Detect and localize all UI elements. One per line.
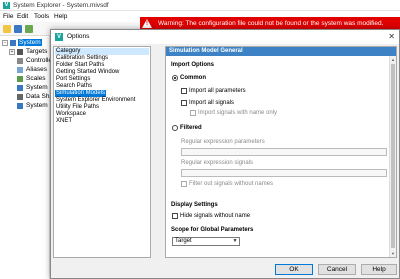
dialog-title: Options	[67, 33, 90, 40]
category-folder-start-paths[interactable]: Folder Start Paths	[55, 62, 105, 69]
alias-icon	[17, 67, 23, 73]
app-logo-icon: V	[3, 2, 10, 9]
common-radio[interactable]	[172, 75, 178, 81]
category-header: Category	[55, 48, 149, 55]
mapping-icon	[17, 85, 23, 91]
import-all-signals-checkbox[interactable]	[181, 100, 187, 106]
panel-scrollbar[interactable]: ▲ ▼	[389, 56, 396, 257]
expand-icon[interactable]: +	[9, 49, 15, 55]
tree-item-label: Targets	[26, 48, 48, 55]
category-workspace[interactable]: Workspace	[55, 111, 87, 118]
import-signals-name-only-checkbox[interactable]	[190, 110, 196, 116]
chevron-down-icon: ▼	[232, 238, 238, 244]
category-xnet[interactable]: XNET	[55, 118, 73, 125]
category-calibration-settings[interactable]: Calibration Settings	[55, 55, 109, 62]
menu-tools[interactable]: Tools	[34, 13, 49, 20]
category-port-settings[interactable]: Port Settings	[55, 76, 91, 83]
save-icon[interactable]	[14, 25, 22, 33]
import-signals-name-only-label: Import signals with name only	[198, 110, 278, 116]
tree-item-label: System	[18, 39, 42, 46]
import-options-heading: Import Options	[171, 62, 214, 68]
target-icon	[17, 49, 23, 55]
ok-button[interactable]: OK	[275, 264, 313, 275]
category-system-explorer-environment[interactable]: System Explorer Environment	[55, 97, 136, 104]
import-all-parameters-label: Import all parameters	[189, 88, 246, 94]
main-titlebar: V System Explorer - System.mivsdf	[0, 0, 400, 11]
display-settings-heading: Display Settings	[171, 202, 218, 208]
warning-icon	[142, 19, 152, 28]
close-icon[interactable]: ✕	[388, 32, 395, 41]
warning-text: Warning: The configuration file could no…	[158, 20, 384, 27]
hide-signals-checkbox[interactable]	[172, 213, 178, 219]
help-button[interactable]: Help	[361, 264, 397, 275]
scope-select[interactable]: Target ▼	[172, 237, 240, 246]
dialog-logo-icon: V	[55, 33, 63, 41]
filtered-radio[interactable]	[172, 125, 178, 131]
hide-signals-label: Hide signals without name	[180, 213, 251, 219]
panel-header: Simulation Model General	[166, 47, 396, 56]
tree-item-label: Scales	[26, 75, 46, 82]
common-label: Common	[180, 75, 206, 81]
category-list: Category Calibration Settings Folder Sta…	[53, 46, 151, 258]
import-all-parameters-checkbox[interactable]	[181, 88, 187, 94]
import-icon	[17, 103, 23, 109]
scroll-up-icon[interactable]: ▲	[390, 56, 396, 63]
category-search-paths[interactable]: Search Paths	[55, 83, 93, 90]
scrollbar-thumb[interactable]	[391, 64, 395, 248]
controller-icon	[17, 58, 23, 64]
main-window-title: System Explorer - System.mivsdf	[13, 2, 109, 9]
tree-item-label: Aliases	[26, 66, 47, 73]
data-sharing-icon	[17, 94, 23, 100]
category-getting-started-window[interactable]: Getting Started Window	[55, 69, 120, 76]
regex-signals-field[interactable]	[181, 169, 387, 177]
system-tree: − System + Targets Controllers Aliases S…	[0, 36, 57, 279]
options-dialog: V Options ✕ Category Calibration Setting…	[50, 29, 400, 279]
scope-heading: Scope for Global Parameters	[171, 227, 254, 233]
regex-parameters-label: Regular expression parameters	[181, 139, 265, 145]
menu-file[interactable]: File	[3, 13, 13, 20]
filter-out-signals-label: Filter out signals without names	[189, 181, 274, 187]
deploy-icon[interactable]	[25, 25, 33, 33]
cancel-button[interactable]: Cancel	[318, 264, 356, 275]
import-all-signals-label: Import all signals	[189, 100, 235, 106]
open-folder-icon[interactable]	[3, 25, 11, 33]
collapse-icon[interactable]: −	[2, 40, 8, 46]
scales-icon	[17, 76, 23, 82]
scope-select-value: Target	[175, 238, 192, 244]
system-icon	[10, 40, 16, 46]
filter-out-signals-checkbox[interactable]	[181, 181, 187, 187]
regex-signals-label: Regular expression signals	[181, 160, 254, 166]
dialog-titlebar: V Options ✕	[51, 30, 399, 44]
regex-parameters-field[interactable]	[181, 148, 387, 156]
category-simulation-models[interactable]: Simulation Models	[55, 90, 107, 97]
category-utility-file-paths[interactable]: Utility File Paths	[55, 104, 100, 111]
scroll-down-icon[interactable]: ▼	[390, 250, 396, 257]
menu-help[interactable]: Help	[54, 13, 67, 20]
filtered-label: Filtered	[180, 125, 202, 131]
menu-edit[interactable]: Edit	[17, 13, 28, 20]
settings-panel: Simulation Model General Import Options …	[165, 46, 397, 258]
